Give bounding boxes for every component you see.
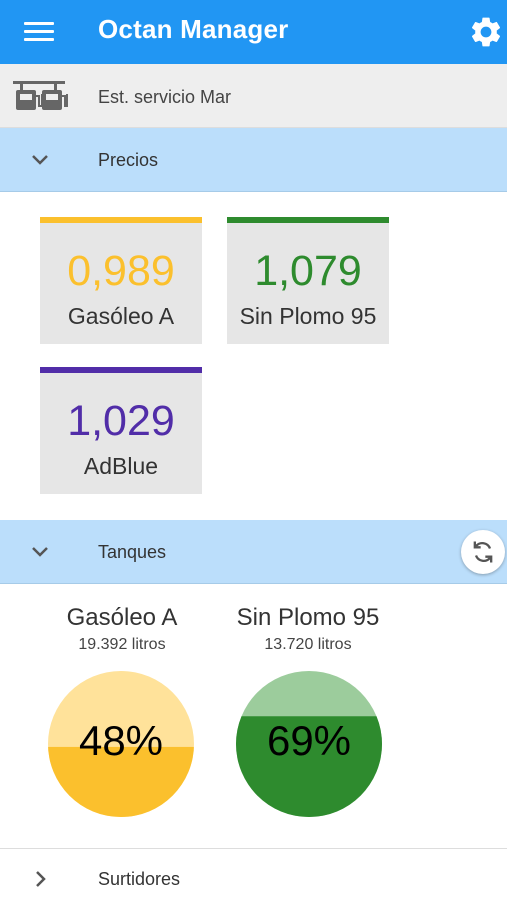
station-name: Est. servicio Mar bbox=[98, 87, 232, 107]
price-value: 1,079 bbox=[254, 247, 362, 295]
tank-liters: 13.720 litros bbox=[264, 636, 352, 653]
price-value: 0,989 bbox=[67, 247, 175, 295]
section-title: Precios bbox=[98, 150, 159, 170]
station-selector[interactable]: Est. servicio Mar bbox=[0, 64, 507, 128]
section-header-tanques[interactable]: Tanques bbox=[0, 520, 507, 584]
product-name: AdBlue bbox=[83, 453, 159, 479]
menu-icon[interactable] bbox=[24, 20, 54, 44]
tank-liters: 19.392 litros bbox=[78, 636, 166, 653]
tank-percentage: 69% bbox=[266, 717, 352, 764]
refresh-button[interactable] bbox=[461, 530, 505, 574]
price-card-adblue[interactable]: 1,029 AdBlue bbox=[40, 367, 202, 494]
chevron-right-icon bbox=[36, 871, 46, 887]
tank-name: Sin Plomo 95 bbox=[236, 604, 380, 631]
tank-name: Gasóleo A bbox=[66, 604, 178, 631]
price-value: 1,029 bbox=[67, 397, 175, 445]
refresh-icon bbox=[473, 541, 493, 563]
tank-percentage: 48% bbox=[78, 717, 164, 764]
section-header-surtidores[interactable]: Surtidores bbox=[0, 849, 507, 900]
section-title: Tanques bbox=[98, 542, 167, 562]
chevron-down-icon bbox=[32, 547, 48, 557]
section-title: Surtidores bbox=[98, 869, 181, 889]
chevron-down-icon bbox=[32, 155, 48, 165]
app-bar: Octan Manager bbox=[0, 0, 507, 64]
gas-station-icon bbox=[13, 81, 68, 110]
app-title: Octan Manager bbox=[98, 14, 289, 44]
section-header-precios[interactable]: Precios bbox=[0, 128, 507, 192]
product-name: Gasóleo A bbox=[67, 303, 175, 329]
gear-icon[interactable] bbox=[468, 14, 504, 50]
product-name: Sin Plomo 95 bbox=[239, 303, 377, 329]
price-card-gasoleo-a[interactable]: 0,989 Gasóleo A bbox=[40, 217, 202, 344]
price-color-bar bbox=[40, 367, 202, 373]
price-card-sin-plomo-95[interactable]: 1,079 Sin Plomo 95 bbox=[227, 217, 389, 344]
price-color-bar bbox=[227, 217, 389, 223]
price-color-bar bbox=[40, 217, 202, 223]
